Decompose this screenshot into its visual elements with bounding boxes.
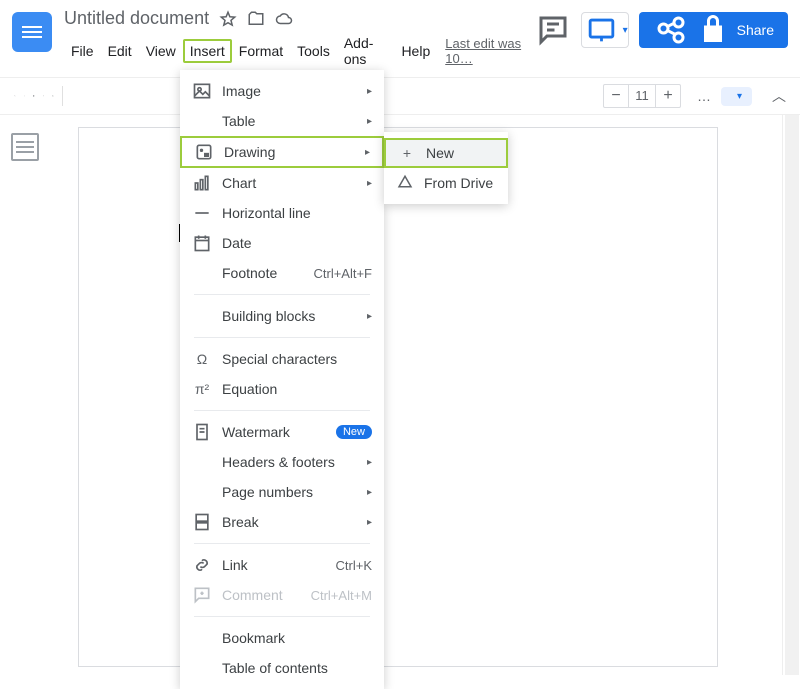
share-button[interactable]: Share [639,12,788,48]
omega-icon: Ω [192,349,212,369]
submenu-arrow-icon: ▸ [365,147,370,158]
more-icon[interactable]: … [697,88,713,104]
cloud-status-icon[interactable] [275,10,293,28]
shortcut-label: Ctrl+Alt+F [313,266,372,281]
menu-view[interactable]: View [139,39,183,63]
print-icon[interactable] [33,86,35,106]
share-label: Share [737,22,774,38]
star-icon[interactable] [219,10,237,28]
new-badge: New [336,425,372,439]
paint-format-icon[interactable] [52,86,54,106]
document-page[interactable] [78,127,718,667]
insert-break[interactable]: Break ▸ [180,507,384,537]
document-title[interactable]: Untitled document [64,8,209,29]
menu-addons[interactable]: Add-ons [337,31,395,71]
separator [194,294,370,295]
shortcut-label: Ctrl+Alt+M [311,588,372,603]
insert-horizontal-line[interactable]: Horizontal line [180,198,384,228]
menu-help[interactable]: Help [394,39,437,63]
menu-insert[interactable]: Insert [183,39,232,63]
fontsize-input[interactable]: 11 [628,85,656,107]
submenu-arrow-icon: ▸ [367,86,372,97]
comments-icon[interactable] [535,12,571,48]
separator [194,616,370,617]
insert-comment: Comment Ctrl+Alt+M [180,580,384,610]
toolbar: ▾ − 11 + … ▾ ︿ [0,77,800,115]
break-icon [192,512,212,532]
chart-icon [192,173,212,193]
separator [194,543,370,544]
insert-link[interactable]: Link Ctrl+K [180,550,384,580]
insert-menu-dropdown: Image ▸ Table ▸ Drawing ▸ Chart ▸ Horizo… [180,70,384,689]
link-icon [192,555,212,575]
insert-building-blocks[interactable]: Building blocks ▸ [180,301,384,331]
drawing-icon [194,142,214,162]
insert-headers-footers[interactable]: Headers & footers ▸ [180,447,384,477]
editing-mode-button[interactable]: ▾ [721,87,752,106]
submenu-arrow-icon: ▸ [367,457,372,468]
menu-tools[interactable]: Tools [290,39,337,63]
calendar-icon [192,233,212,253]
drawing-from-drive[interactable]: From Drive [384,168,508,198]
submenu-arrow-icon: ▸ [367,487,372,498]
insert-special-characters[interactable]: Ω Special characters [180,344,384,374]
last-edit-link[interactable]: Last edit was 10… [445,36,534,66]
insert-image[interactable]: Image ▸ [180,76,384,106]
submenu-arrow-icon: ▸ [367,178,372,189]
horizontal-line-icon [192,203,212,223]
insert-table[interactable]: Table ▸ [180,106,384,136]
insert-date[interactable]: Date [180,228,384,258]
caret-down-icon: ▾ [737,91,742,102]
spellcheck-icon[interactable] [43,86,45,106]
insert-bookmark[interactable]: Bookmark [180,623,384,653]
scrollbar[interactable] [782,115,800,675]
pi-icon: π² [192,379,212,399]
docs-logo[interactable] [12,12,52,52]
insert-footnote[interactable]: Footnote Ctrl+Alt+F [180,258,384,288]
separator [194,337,370,338]
image-icon [192,81,212,101]
insert-watermark[interactable]: Watermark New [180,417,384,447]
comment-icon [192,585,212,605]
undo-icon[interactable] [14,86,16,106]
drawing-submenu: + New From Drive [384,132,508,204]
collapse-icon[interactable]: ︿ [772,86,786,106]
fontsize-decrease[interactable]: − [604,87,628,105]
submenu-arrow-icon: ▸ [367,311,372,322]
plus-icon: + [398,144,416,162]
separator [194,410,370,411]
submenu-arrow-icon: ▸ [367,517,372,528]
move-icon[interactable] [247,10,265,28]
submenu-arrow-icon: ▸ [367,116,372,127]
drawing-new[interactable]: + New [384,138,508,168]
present-button[interactable]: ▾ [581,12,629,48]
outline-icon[interactable] [11,133,39,161]
menu-file[interactable]: File [64,39,101,63]
fontsize-increase[interactable]: + [656,87,680,105]
drive-icon [396,174,414,192]
insert-toc[interactable]: Table of contents [180,653,384,683]
insert-equation[interactable]: π² Equation [180,374,384,404]
watermark-icon [192,422,212,442]
insert-drawing[interactable]: Drawing ▸ [180,136,384,168]
caret-down-icon: ▾ [623,25,628,36]
menu-edit[interactable]: Edit [101,39,139,63]
insert-page-numbers[interactable]: Page numbers ▸ [180,477,384,507]
insert-chart[interactable]: Chart ▸ [180,168,384,198]
redo-icon[interactable] [24,86,26,106]
menu-format[interactable]: Format [232,39,290,63]
shortcut-label: Ctrl+K [336,558,372,573]
